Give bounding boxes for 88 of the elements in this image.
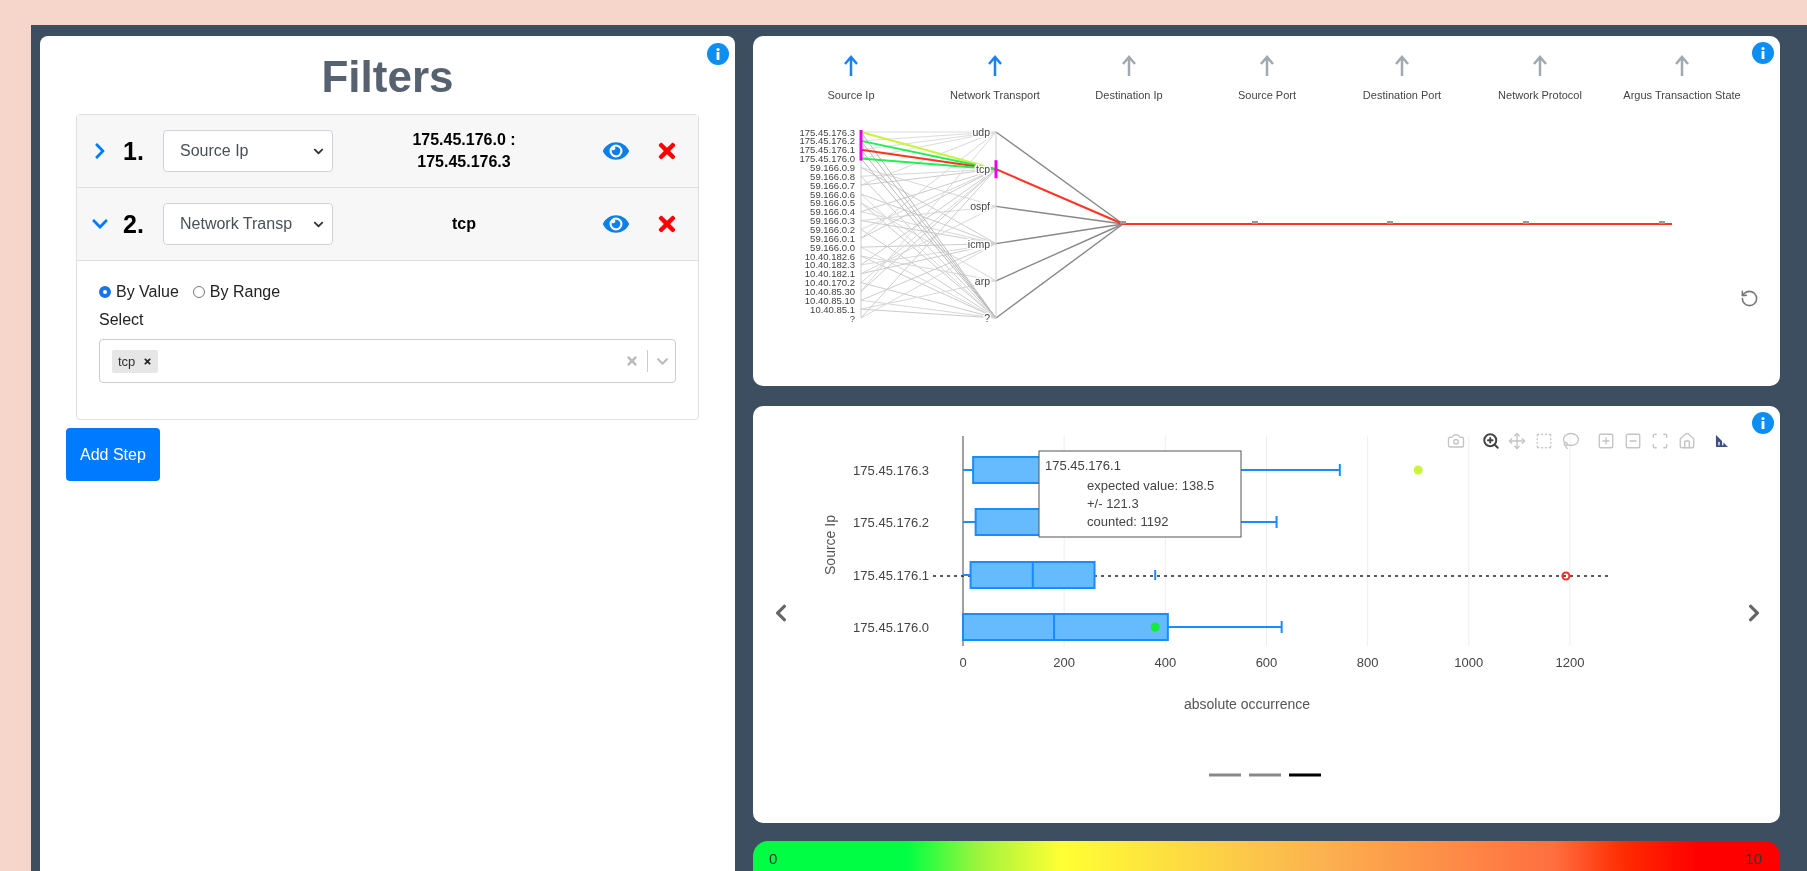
x-tick-label: 400 bbox=[1154, 655, 1177, 670]
home-icon[interactable] bbox=[1678, 432, 1696, 450]
axis-tick-label: ? bbox=[984, 312, 990, 324]
zoomout-icon[interactable] bbox=[1624, 432, 1642, 450]
sort-arrow-icon[interactable] bbox=[1674, 55, 1690, 78]
data-point bbox=[1413, 465, 1423, 475]
axis-title: Destination Port bbox=[1362, 89, 1442, 101]
axis-tick-label: 10.40.182.6 bbox=[804, 250, 855, 262]
data-point bbox=[1561, 571, 1571, 581]
select-icon[interactable] bbox=[1535, 432, 1553, 450]
add-step-button[interactable]: Add Step bbox=[66, 428, 160, 481]
axis-tick-label: 10.40.182.3 bbox=[804, 259, 855, 271]
camera-icon[interactable] bbox=[1447, 432, 1465, 450]
sort-arrow-icon[interactable] bbox=[1121, 55, 1137, 78]
axis-title: Argus Transaction State bbox=[1623, 89, 1741, 101]
logo-icon[interactable] bbox=[1713, 432, 1731, 450]
zoom-icon[interactable] bbox=[1482, 432, 1500, 450]
y-tick-label: 175.45.176.1 bbox=[853, 568, 929, 583]
sort-arrow-icon[interactable] bbox=[1394, 55, 1410, 78]
sort-arrow-icon[interactable] bbox=[1532, 55, 1548, 78]
axis-tick-label: 59.166.0.7 bbox=[810, 179, 855, 191]
axis-tick-label: 10.40.182.1 bbox=[804, 268, 855, 280]
x-tick-label: 0 bbox=[959, 655, 967, 670]
axis-tick-label: ospf bbox=[970, 200, 990, 213]
value-chip: tcp bbox=[112, 349, 159, 373]
axis-tick-label: 59.166.0.1 bbox=[810, 232, 855, 244]
tooltip-text: counted: 1192 bbox=[1087, 514, 1169, 529]
axis-title: Network Transport bbox=[950, 89, 1040, 101]
x-tick-label: 800 bbox=[1356, 655, 1379, 670]
axis-tick-label: 59.166.0.8 bbox=[810, 170, 855, 182]
y-tick-label: 175.45.176.3 bbox=[853, 463, 929, 478]
axis-tick-label: ? bbox=[849, 312, 855, 324]
axis-tick-label: 10.40.85.10 bbox=[804, 294, 855, 306]
x-tick-label: 600 bbox=[1255, 655, 1278, 670]
data-point bbox=[1150, 622, 1160, 632]
x-axis-title: absolute occurrence bbox=[1183, 696, 1311, 712]
x-tick-label: 1200 bbox=[1555, 655, 1585, 670]
x-tick-label: 200 bbox=[1053, 655, 1075, 670]
autoscale-icon[interactable] bbox=[1651, 432, 1669, 450]
scale-min-label: 0 bbox=[769, 849, 778, 867]
select-label: Select bbox=[99, 311, 145, 329]
brush-marker[interactable] bbox=[994, 160, 998, 179]
axis-tick-label: 59.166.0.6 bbox=[810, 188, 855, 200]
radio-option[interactable]: By Value bbox=[99, 283, 179, 301]
y-tick-label: 175.45.176.2 bbox=[853, 515, 929, 530]
axis-tick-label: 59.166.0.5 bbox=[810, 197, 855, 209]
info-icon[interactable] bbox=[1752, 42, 1774, 64]
axis-tick-label: 175.45.176.1 bbox=[799, 144, 855, 156]
x-tick-label: 1000 bbox=[1454, 655, 1484, 670]
sort-arrow-icon[interactable] bbox=[987, 55, 1003, 78]
radio-option[interactable]: By Range bbox=[192, 283, 281, 301]
multi-select-field[interactable]: tcp bbox=[99, 339, 676, 383]
field-select[interactable]: Network Transp bbox=[163, 203, 333, 245]
axis-tick-label: udp bbox=[972, 126, 990, 138]
axis-tick-label: 59.166.0.4 bbox=[810, 206, 855, 218]
step-summary: tcp bbox=[451, 214, 477, 234]
remove-icon[interactable] bbox=[143, 356, 153, 366]
tooltip-text: +/- 121.3 bbox=[1087, 496, 1139, 511]
info-icon[interactable] bbox=[1752, 412, 1774, 434]
axis-tick-label: 175.45.176.2 bbox=[799, 135, 855, 147]
scale-max-label: 10 bbox=[1745, 849, 1762, 867]
step-number: 1. bbox=[123, 136, 145, 166]
mean-marker bbox=[1154, 569, 1157, 581]
lasso-icon[interactable] bbox=[1562, 432, 1580, 450]
tooltip-text: expected value: 138.5 bbox=[1087, 478, 1215, 493]
y-tick-label: 175.45.176.0 bbox=[853, 620, 929, 635]
step-summary: 175.45.176.0 : 175.45.176.3 bbox=[411, 130, 517, 172]
tooltip-title: 175.45.176.1 bbox=[1045, 458, 1121, 473]
axis-tick-label: 175.45.176.3 bbox=[799, 126, 855, 138]
axis-title: Source Port bbox=[1237, 89, 1297, 101]
y-axis-title: Source Ip bbox=[822, 515, 838, 575]
axis-title: Source Ip bbox=[827, 89, 875, 101]
sort-arrow-icon[interactable] bbox=[843, 55, 859, 78]
reset-icon[interactable] bbox=[1740, 289, 1759, 308]
axis-tick-label: arp bbox=[974, 274, 990, 287]
axis-title: Network Protocol bbox=[1498, 89, 1582, 101]
axis-tick-label: 10.40.85.1 bbox=[810, 303, 855, 315]
panel-title: Filters bbox=[320, 52, 455, 102]
axis-title: Destination Ip bbox=[1095, 89, 1163, 101]
field-select[interactable]: Source Ip bbox=[163, 130, 333, 172]
axis-tick-label: icmp bbox=[967, 237, 990, 250]
clear-icon[interactable] bbox=[625, 354, 639, 368]
axis-tick-label: 59.166.0.0 bbox=[810, 241, 855, 253]
sort-arrow-icon[interactable] bbox=[1259, 55, 1275, 78]
brush-marker[interactable] bbox=[859, 130, 863, 161]
info-icon[interactable] bbox=[707, 43, 729, 65]
step-number: 2. bbox=[123, 209, 145, 239]
zoomin-icon[interactable] bbox=[1597, 432, 1615, 450]
